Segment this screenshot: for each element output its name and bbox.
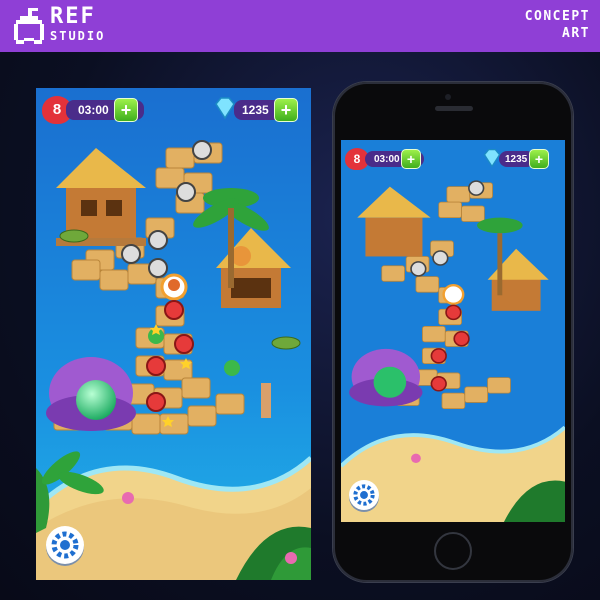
level-path bbox=[121, 140, 212, 427]
red-level-node[interactable] bbox=[164, 300, 184, 320]
apple-logo-icon bbox=[14, 8, 44, 44]
add-gems-button[interactable]: + bbox=[529, 149, 549, 169]
red-level-node[interactable] bbox=[146, 392, 166, 412]
lives-count: 8 bbox=[52, 101, 62, 118]
stone-level-node[interactable] bbox=[176, 182, 196, 202]
game-map-art-phone bbox=[341, 140, 565, 522]
plus-icon: + bbox=[120, 100, 132, 120]
red-level-node[interactable] bbox=[146, 356, 166, 376]
game-screen-phone: 8 03:00 + 1235 + bbox=[341, 140, 565, 522]
stone-level-node[interactable] bbox=[148, 258, 168, 278]
settings-gear-icon[interactable] bbox=[349, 480, 379, 510]
stone-level-node[interactable] bbox=[192, 140, 212, 160]
timer-value: 03:00 bbox=[374, 153, 400, 165]
concept-art-label: CONCEPT ART bbox=[525, 8, 590, 42]
brand-title: REF bbox=[50, 4, 96, 29]
plus-icon: + bbox=[534, 151, 544, 167]
lives-count: 8 bbox=[353, 152, 361, 166]
add-gems-button[interactable]: + bbox=[274, 98, 298, 122]
phone-home-button[interactable] bbox=[434, 532, 472, 570]
stone-level-node[interactable] bbox=[148, 230, 168, 250]
red-level-node[interactable] bbox=[174, 334, 194, 354]
settings-gear-icon[interactable] bbox=[46, 526, 84, 564]
add-lives-button[interactable]: + bbox=[401, 149, 421, 169]
timer-value: 03:00 bbox=[78, 103, 109, 117]
phone-speaker bbox=[435, 106, 473, 111]
plus-icon: + bbox=[280, 100, 292, 120]
stone-level-node[interactable] bbox=[121, 244, 141, 264]
header-bar: REF STUDIO CONCEPT ART bbox=[0, 0, 600, 52]
phone-camera bbox=[445, 94, 451, 100]
game-screen-large: 8 03:00 + 1235 + bbox=[36, 88, 311, 580]
concept-line-2: ART bbox=[562, 26, 590, 41]
avatar-marker-icon[interactable] bbox=[160, 273, 188, 301]
gems-value: 1235 bbox=[505, 153, 528, 165]
gems-value: 1235 bbox=[242, 103, 269, 117]
concept-line-1: CONCEPT bbox=[524, 9, 590, 24]
add-lives-button[interactable]: + bbox=[114, 98, 138, 122]
brand-subtitle: STUDIO bbox=[50, 29, 106, 43]
plus-icon: + bbox=[406, 151, 416, 167]
